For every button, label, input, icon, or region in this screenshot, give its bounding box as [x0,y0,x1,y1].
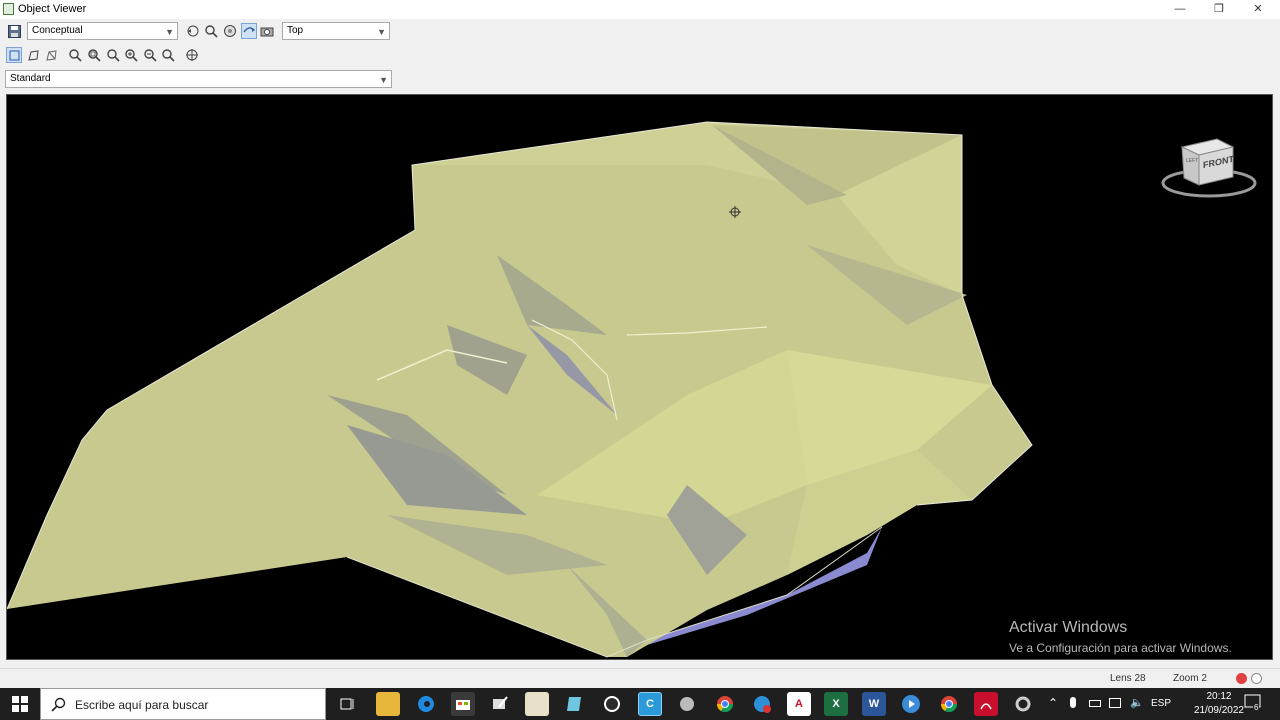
volume-icon[interactable]: 🔈 [1130,696,1144,709]
shade-icon[interactable] [25,47,41,63]
title-bar: Object Viewer — ❐ ✕ [0,0,1280,19]
vpn-icon[interactable] [675,692,699,716]
app-icon [3,3,14,15]
autocad-icon[interactable]: A [787,692,811,716]
zoom-previous-icon[interactable] [160,47,176,63]
zoom-icon[interactable] [203,23,219,39]
clock-time: 20:12 [1206,691,1232,702]
chevron-down-icon: ▼ [377,27,386,37]
restore-button[interactable]: ❐ [1199,0,1239,19]
notifications-button[interactable]: 6 [1244,694,1264,714]
activation-watermark: Activar Windows Ve a Configuración para … [1009,619,1232,655]
acrobat-icon[interactable] [974,692,998,716]
layers-icon[interactable] [562,692,586,716]
zoom-readout: Zoom 2 [1173,673,1207,684]
tray-chevron-up-icon[interactable]: ⌃ [1048,696,1058,710]
toolbar-area: Conceptual ▼ Top ▼ Standard ▼ [0,19,396,91]
camera-icon[interactable] [259,23,275,39]
zoom-window-icon[interactable] [86,47,102,63]
continuous-orbit-icon[interactable] [241,23,257,39]
pan-icon[interactable] [184,47,200,63]
excel-icon[interactable]: X [824,692,848,716]
visual-style-value: Conceptual [32,25,83,36]
network-icon[interactable] [1109,698,1121,708]
search-icon [51,697,66,712]
close-button[interactable]: ✕ [1238,0,1278,19]
lens-readout: Lens 28 [1110,673,1146,684]
zoom-realtime-icon[interactable] [67,47,83,63]
chevron-down-icon: ▼ [165,27,174,37]
stop-icon[interactable] [1251,673,1262,684]
chrome-profile-icon[interactable] [937,692,961,716]
taskbar-clock[interactable]: 20:12 21/09/2022 [1194,690,1244,718]
orbit-icon[interactable] [185,23,201,39]
taskbar: Escribe aquí para buscar C A X W ⌃ 🔈 ESP… [0,688,1280,720]
notification-count: 6 [1253,703,1260,712]
clock-date: 21/09/2022 [1193,705,1244,716]
start-button[interactable] [0,688,40,720]
microphone-icon[interactable] [1070,697,1076,708]
view-value: Top [287,25,304,36]
windows-logo-icon [12,696,28,712]
taskbar-search[interactable]: Escribe aquí para buscar [40,688,326,720]
ucs-select[interactable]: Standard ▼ [5,70,392,88]
window-title: Object Viewer [18,3,87,15]
settings-app-icon[interactable] [1011,692,1035,716]
civil3d-icon[interactable]: C [638,692,662,716]
viewcube-left-label: LEFT [1186,158,1199,164]
free-orbit-icon[interactable] [222,23,238,39]
task-view-icon[interactable] [336,692,360,716]
search-placeholder: Escribe aquí para buscar [75,698,209,712]
minimize-button[interactable]: — [1160,0,1200,19]
chrome-icon[interactable] [713,692,737,716]
word-icon[interactable]: W [862,692,886,716]
select-object-icon[interactable] [6,47,22,63]
language-indicator[interactable]: ESP [1151,698,1171,709]
zoom-in-icon[interactable] [123,47,139,63]
viewcube[interactable]: FRONT LEFT [1157,133,1257,203]
paint-icon[interactable] [525,692,549,716]
chevron-down-icon: ▼ [379,75,388,85]
ucs-value: Standard [10,73,51,84]
edge-dev-icon[interactable] [750,692,774,716]
status-bar: Lens 28 Zoom 2 [0,668,1280,688]
obs-icon[interactable] [600,692,624,716]
view-select[interactable]: Top ▼ [282,22,390,40]
battery-icon[interactable] [1089,700,1101,707]
file-explorer-icon[interactable] [376,692,400,716]
terrain-surface [7,121,1033,658]
edge-icon[interactable] [414,692,438,716]
visual-style-select[interactable]: Conceptual ▼ [27,22,178,40]
zoom-extents-icon[interactable] [105,47,121,63]
notes-icon[interactable] [488,692,512,716]
watermark-title: Activar Windows [1009,619,1128,636]
media-player-icon[interactable] [899,692,923,716]
wireframe-icon[interactable] [43,47,59,63]
watermark-subtitle: Ve a Configuración para activar Windows. [1009,641,1232,655]
record-icon[interactable] [1236,673,1247,684]
zoom-out-icon[interactable] [142,47,158,63]
viewport-3d[interactable]: FRONT LEFT Activar Windows Ve a Configur… [6,94,1273,660]
save-icon[interactable] [6,23,22,39]
store-icon[interactable] [451,692,475,716]
